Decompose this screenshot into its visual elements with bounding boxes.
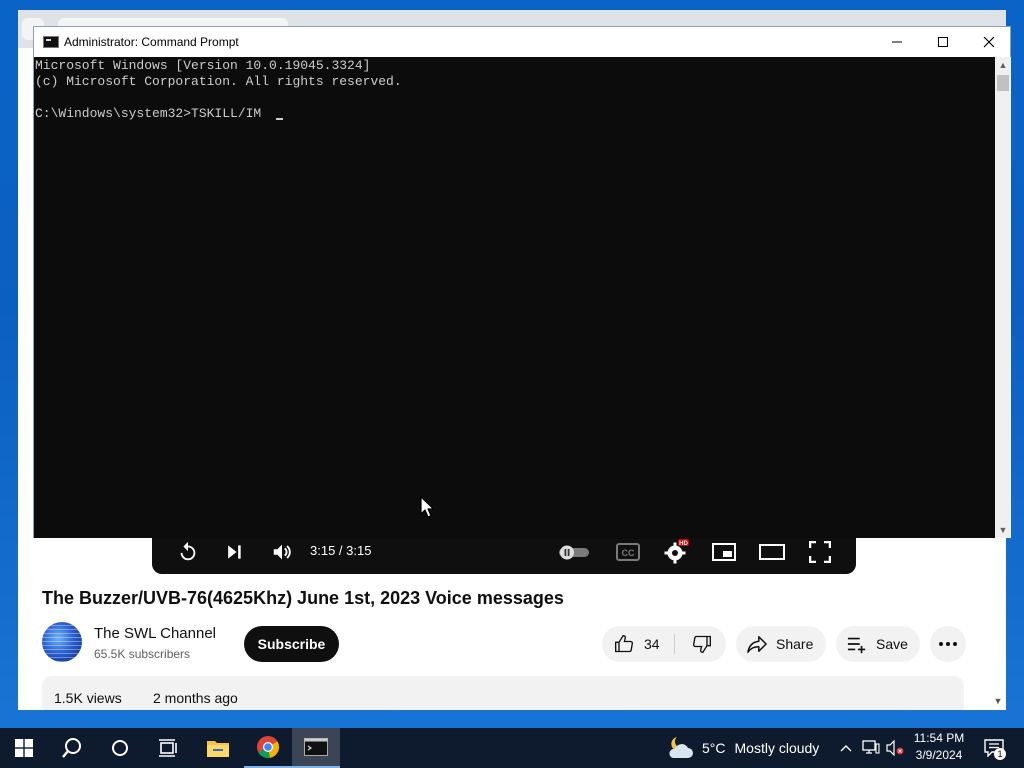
like-button[interactable]: 34 [602, 626, 674, 662]
replay-button[interactable] [172, 536, 204, 568]
file-explorer-button[interactable] [194, 728, 242, 768]
mouse-pointer-icon [420, 496, 434, 518]
volume-tray-button[interactable] [884, 728, 906, 768]
playlist-add-icon [847, 637, 866, 654]
cmd-title-bar[interactable]: Administrator: Command Prompt [34, 27, 1010, 57]
share-button[interactable]: Share [736, 626, 826, 662]
channel-name[interactable]: The SWL Channel [94, 625, 216, 642]
search-icon [62, 738, 81, 758]
chevron-up-icon [840, 745, 852, 752]
command-prompt-icon [304, 738, 328, 756]
close-button[interactable] [966, 27, 1012, 57]
hd-badge: HD [679, 541, 688, 547]
description-box[interactable]: 1.5K views 2 months ago [42, 676, 964, 710]
cmd-app-icon [43, 36, 59, 48]
text-cursor [276, 118, 283, 120]
autoplay-toggle[interactable] [556, 536, 592, 568]
network-button[interactable] [860, 728, 882, 768]
svg-text:CC: CC [622, 548, 635, 558]
next-button[interactable] [218, 536, 250, 568]
action-center-button[interactable] [976, 728, 1012, 768]
cortana-button[interactable] [96, 728, 144, 768]
scrollbar-thumb[interactable] [997, 75, 1009, 91]
clock[interactable]: 11:54 PM 3/9/2024 [908, 730, 970, 764]
more-actions-button[interactable] [930, 626, 966, 662]
volume-icon [273, 544, 291, 560]
upload-age: 2 months ago [153, 690, 238, 706]
skip-next-icon [228, 545, 241, 559]
close-icon [983, 36, 995, 48]
thumbs-up-icon [615, 634, 633, 653]
speaker-muted-icon [886, 740, 904, 756]
fullscreen-icon [809, 541, 831, 563]
minimize-icon [892, 41, 902, 43]
more-horizontal-icon [939, 642, 957, 646]
console-scrollbar[interactable]: ▲ ▼ [995, 57, 1011, 538]
clock-date: 3/9/2024 [915, 748, 963, 762]
channel-avatar[interactable] [42, 622, 82, 662]
console-output[interactable]: Microsoft Windows [Version 10.0.19045.33… [34, 57, 995, 538]
miniplayer-icon [712, 543, 736, 561]
autoplay-toggle-icon [559, 545, 589, 560]
scroll-up-arrow[interactable]: ▲ [995, 57, 1011, 73]
page-scroll-down-arrow[interactable]: ▼ [992, 696, 1004, 708]
weather-temperature: 5°C [702, 740, 726, 756]
partly-cloudy-moon-icon [669, 737, 693, 758]
minimize-button[interactable] [874, 27, 920, 57]
start-button[interactable] [0, 728, 48, 768]
like-count: 34 [644, 636, 660, 652]
miniplayer-button[interactable] [706, 536, 742, 568]
save-label: Save [876, 636, 908, 652]
closed-captions-icon: CC [616, 543, 640, 561]
dislike-button[interactable] [678, 626, 726, 662]
weather-widget[interactable]: 5°C Mostly cloudy [666, 728, 819, 768]
maximize-button[interactable] [920, 27, 966, 57]
fullscreen-button[interactable] [802, 536, 838, 568]
video-time: 3:15 / 3:15 [310, 543, 372, 558]
weather-condition: Mostly cloudy [734, 740, 820, 756]
cmd-window-title: Administrator: Command Prompt [64, 35, 239, 49]
chrome-taskbar-button[interactable] [244, 728, 292, 768]
volume-button[interactable] [266, 536, 298, 568]
command-prompt-window: Administrator: Command Prompt Microsoft … [33, 26, 1011, 538]
search-button[interactable] [48, 728, 96, 768]
save-button[interactable]: Save [836, 626, 920, 662]
console-prompt-line[interactable]: C:\Windows\system32>TSKILL/IM [35, 106, 261, 122]
replay-icon [180, 541, 196, 561]
share-icon [747, 636, 767, 653]
clock-time: 11:54 PM [913, 731, 965, 745]
show-hidden-icons-button[interactable] [836, 728, 856, 768]
notification-count-badge: 1 [994, 748, 1006, 760]
view-count: 1.5K views [54, 690, 122, 706]
taskbar: 5°C Mostly cloudy 11:54 PM 3/9/2024 1 [0, 728, 1024, 768]
task-view-icon [159, 739, 177, 757]
captions-button[interactable]: CC [610, 536, 646, 568]
subscriber-count: 65.5K subscribers [94, 647, 191, 661]
gear-icon: HD [664, 539, 689, 564]
task-view-button[interactable] [144, 728, 192, 768]
video-title: The Buzzer/UVB-76(4625Khz) June 1st, 202… [42, 588, 564, 608]
theater-mode-button[interactable] [754, 536, 790, 568]
console-line: Microsoft Windows [Version 10.0.19045.33… [35, 58, 371, 73]
settings-button[interactable]: HD [658, 536, 694, 568]
scroll-down-arrow[interactable]: ▼ [995, 522, 1011, 538]
windows-logo-icon [15, 739, 33, 757]
share-label: Share [776, 636, 814, 652]
cmd-taskbar-button[interactable] [292, 728, 340, 768]
like-divider [674, 634, 675, 654]
console-line: (c) Microsoft Corporation. All rights re… [35, 74, 402, 89]
thumbs-down-icon [693, 635, 711, 654]
maximize-icon [938, 37, 948, 47]
network-icon [862, 740, 880, 754]
cortana-circle-icon [112, 740, 128, 756]
like-dislike-group: 34 [602, 626, 726, 662]
folder-icon [207, 741, 229, 757]
chrome-icon [257, 736, 280, 759]
subscribe-button[interactable]: Subscribe [244, 626, 339, 662]
theater-mode-icon [759, 544, 785, 560]
